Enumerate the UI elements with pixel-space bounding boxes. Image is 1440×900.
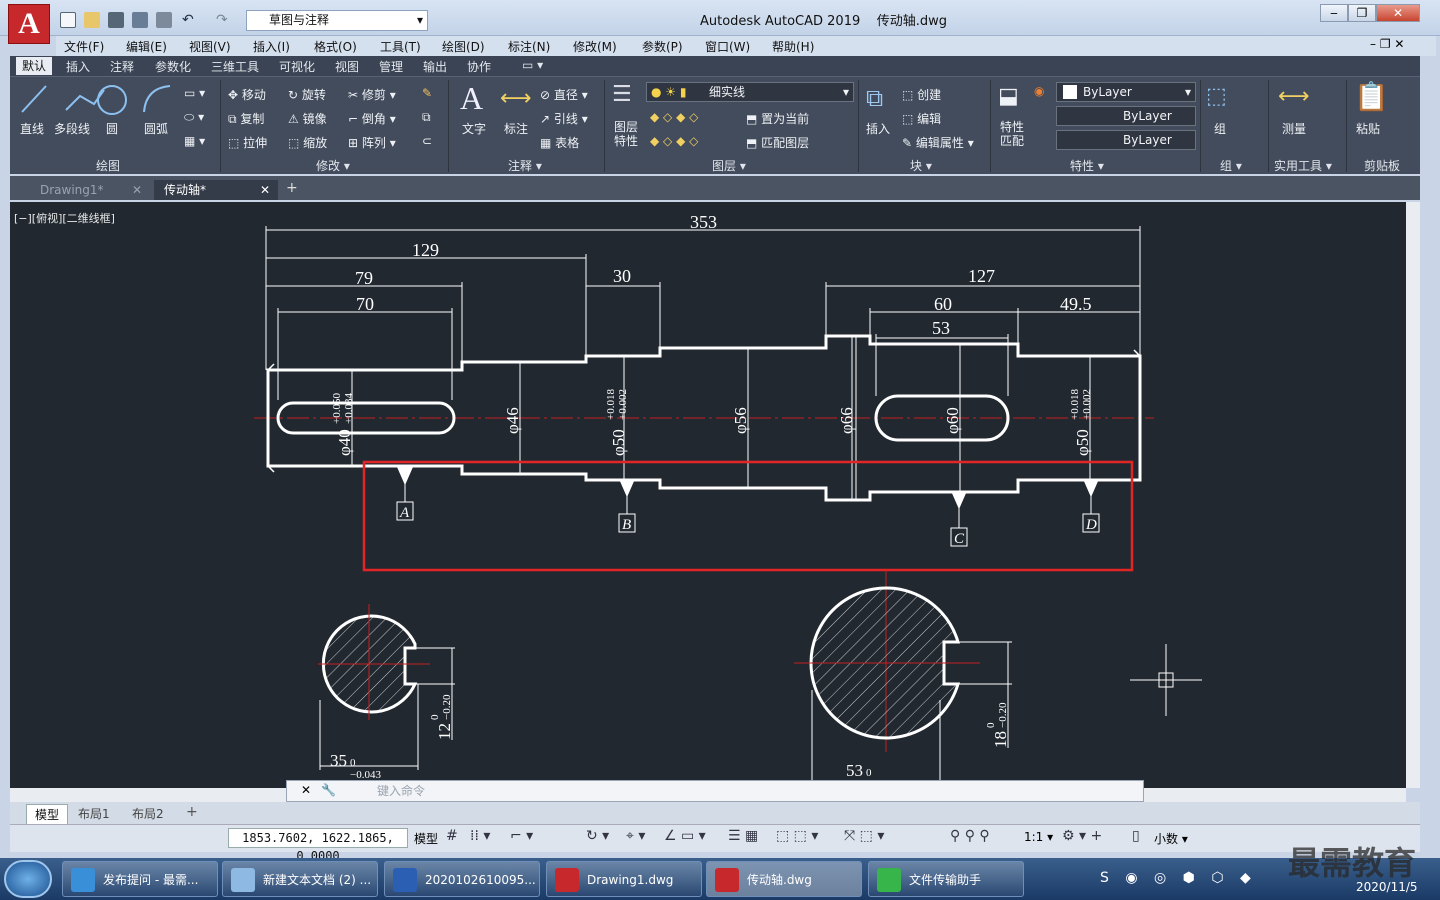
diameter-labels: φ40 +0.050+0.034 φ46 φ50 +0.018+0.002 φ5…	[331, 389, 1093, 456]
start-button[interactable]	[4, 860, 52, 898]
task-shaft[interactable]: 传动轴.dwg	[706, 861, 862, 897]
otrack-icon[interactable]: ∠ ▭ ▾	[664, 828, 706, 844]
wechat-icon	[877, 868, 901, 892]
tray-icons[interactable]: S ◉ ◎ ⬢ ⬡ ◆	[1100, 870, 1257, 886]
tab-model[interactable]: 模型	[26, 804, 69, 825]
ie-icon	[71, 868, 95, 892]
dim-30: 30	[613, 266, 631, 286]
dia-50-right-tol: +0.018+0.002	[1069, 389, 1093, 420]
section-2	[794, 586, 1012, 780]
tab-layout1[interactable]: 布局1	[70, 804, 118, 823]
scale-value: 1:1	[1024, 830, 1044, 844]
dia-60: φ60	[943, 407, 962, 434]
section2-depth-tol: 0−0.20	[985, 702, 1009, 728]
watermark-logo: 最需教育	[1288, 844, 1417, 882]
grid-icon[interactable]: #	[446, 828, 458, 844]
dim-79: 79	[355, 268, 373, 288]
dia-56: φ56	[731, 407, 750, 434]
units-value: 小数	[1154, 832, 1179, 846]
dia-40: φ40	[335, 429, 354, 456]
section1-depth: 12	[435, 723, 454, 740]
dia-50-right: φ50	[1073, 429, 1092, 456]
annotation-icon[interactable]: ⚲ ⚲ ⚲	[950, 828, 990, 844]
task-label: Drawing1.dwg	[587, 873, 674, 887]
autocad-icon	[555, 868, 579, 892]
dimension-lines	[265, 226, 1141, 400]
section2-width: 53	[846, 761, 863, 780]
coordinate-readout[interactable]: 1853.7602, 1622.1865, 0.0000	[228, 828, 408, 863]
task-wechat[interactable]: 文件传输助手	[868, 861, 1024, 897]
dia-40-tol: +0.050+0.034	[331, 393, 355, 424]
datum-b: B	[622, 517, 631, 533]
task-label: 传动轴.dwg	[747, 873, 812, 887]
dim-353: 353	[690, 212, 717, 232]
datum-letters: A B C D	[399, 505, 1097, 547]
task-drawing1[interactable]: Drawing1.dwg	[546, 861, 702, 897]
command-line[interactable]: ✕ 🔧 键入命令	[286, 780, 1144, 802]
task-browser[interactable]: 发布提问 - 最需...	[62, 861, 218, 897]
section-1	[318, 604, 455, 770]
dimension-texts: 353 129 79 70 30 127 60 53 49.5	[355, 212, 1092, 338]
osnap-icon[interactable]: ⌖ ▾	[626, 828, 645, 844]
section1-depth-tol: 0−0.20	[429, 694, 453, 720]
dia-50-left-tol: +0.018+0.002	[605, 389, 629, 420]
task-notepad[interactable]: 新建文本文档 (2) ...	[222, 861, 378, 897]
autocad-icon	[715, 868, 739, 892]
add-layout-button[interactable]: +	[186, 804, 198, 820]
crosshair-cursor	[1130, 644, 1202, 716]
task-label: 文件传输助手	[909, 873, 982, 887]
shaft-drawing: 353 129 79 70 30 127 60 53 49.5 φ40 +0.0…	[254, 212, 1202, 791]
dia-46: φ46	[503, 407, 522, 434]
section1-width: 35	[330, 751, 347, 770]
dim-60: 60	[934, 294, 952, 314]
datum-c: C	[954, 531, 965, 547]
task-label: 新建文本文档 (2) ...	[263, 873, 372, 887]
layout-tab-bar	[10, 802, 1420, 824]
tab-layout2[interactable]: 布局2	[124, 804, 172, 823]
wrench-icon[interactable]: 🔧	[321, 783, 336, 797]
task-label: 发布提问 - 最需...	[103, 873, 199, 887]
units-icon[interactable]: ▯	[1132, 828, 1140, 844]
model-space-button[interactable]: 模型	[414, 830, 438, 847]
gear-icon[interactable]: ⚙ ▾ +	[1062, 828, 1102, 844]
datum-d: D	[1085, 517, 1097, 533]
status-bar	[10, 824, 1420, 852]
dim-49-5: 49.5	[1060, 294, 1092, 314]
polar-icon[interactable]: ↻ ▾	[586, 828, 609, 844]
command-input[interactable]: 键入命令	[347, 782, 1141, 800]
task-label: 2020102610095...	[425, 873, 536, 887]
dia-50-left: φ50	[609, 429, 628, 456]
datum-a: A	[399, 505, 410, 521]
lineweight-icon[interactable]: ☰ ▦	[728, 828, 758, 844]
task-word[interactable]: 2020102610095...	[384, 861, 540, 897]
dim-129: 129	[412, 240, 439, 260]
word-icon	[393, 868, 417, 892]
dia-66: φ66	[837, 407, 856, 434]
dim-127: 127	[968, 266, 995, 286]
notepad-icon	[231, 868, 255, 892]
selection-icon[interactable]: ⬚ ⬚ ▾	[776, 828, 818, 844]
gizmo-icon[interactable]: ⤧ ⬚ ▾	[844, 828, 884, 844]
close-icon[interactable]: ✕	[301, 783, 311, 797]
units-select[interactable]: 小数 ▾	[1154, 830, 1188, 847]
annotation-scale[interactable]: 1:1 ▾	[1024, 830, 1053, 844]
snap-icon[interactable]: ⁞⁞ ▾	[470, 828, 490, 844]
section2-depth: 18	[991, 731, 1010, 748]
ortho-icon[interactable]: ⌐ ▾	[510, 828, 533, 844]
dim-70: 70	[356, 294, 374, 314]
section1-width-tol: 0 −0.043	[350, 757, 381, 781]
chamfer	[267, 349, 1141, 473]
dim-53: 53	[932, 318, 950, 338]
